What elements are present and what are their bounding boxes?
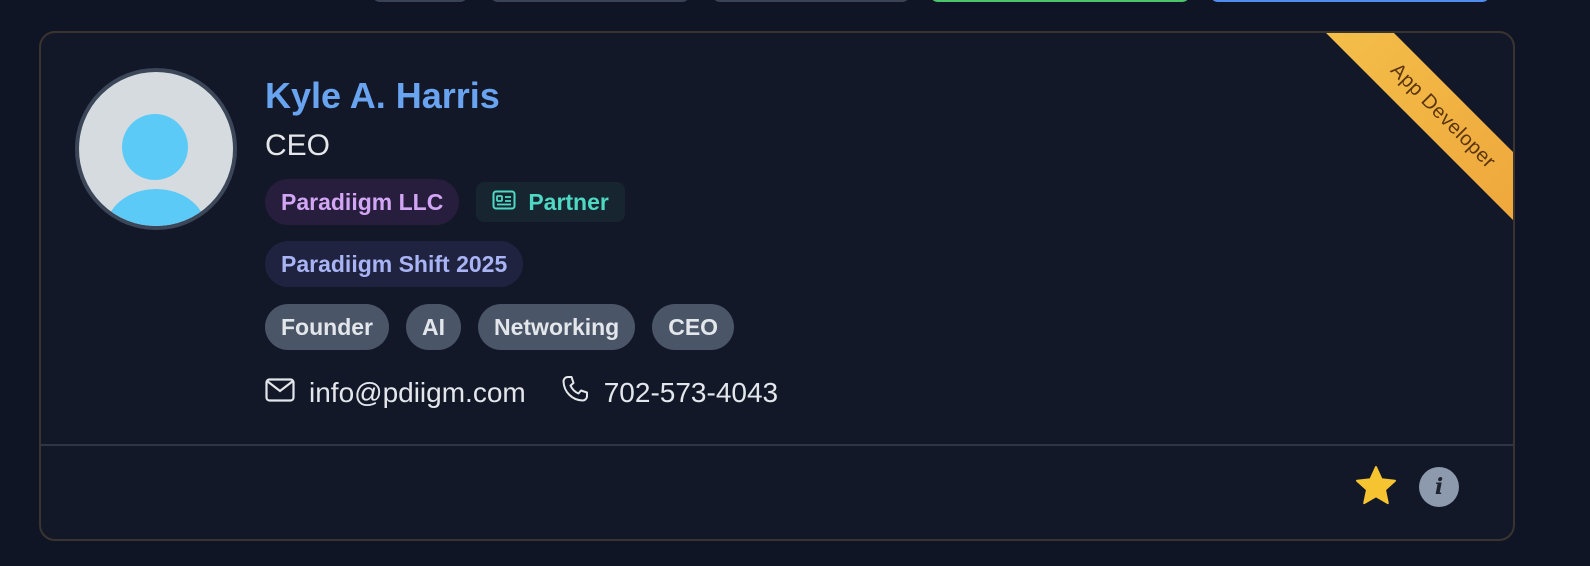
- favorite-button[interactable]: [1353, 465, 1399, 511]
- toolbar-button[interactable]: [490, 0, 690, 2]
- company-row: Paradiigm LLC Partner: [265, 179, 625, 225]
- email-text: info@pdiigm.com: [309, 376, 526, 408]
- corner-ribbon: App Developer: [1309, 33, 1513, 250]
- info-icon: i: [1434, 474, 1444, 500]
- company-badge[interactable]: Paradiigm LLC: [265, 179, 460, 225]
- job-title: CEO: [265, 129, 331, 162]
- info-button[interactable]: i: [1419, 467, 1459, 507]
- phone-link[interactable]: 702-573-4043: [560, 374, 778, 411]
- contact-row: info@pdiigm.com 702-573-4043: [265, 374, 778, 411]
- partner-label: Partner: [528, 188, 609, 215]
- tag-pill[interactable]: CEO: [652, 304, 735, 350]
- partner-badge: Partner: [476, 182, 625, 222]
- email-link[interactable]: info@pdiigm.com: [265, 377, 526, 409]
- tag-pill[interactable]: Founder: [265, 304, 389, 350]
- contact-name[interactable]: Kyle A. Harris: [265, 75, 500, 117]
- phone-icon: [560, 374, 590, 411]
- top-toolbar-edge: [0, 0, 1590, 4]
- envelope-icon: [265, 377, 295, 409]
- avatar-head: [122, 114, 188, 180]
- tag-pill[interactable]: Networking: [478, 304, 636, 350]
- star-icon: [1354, 465, 1398, 512]
- event-row: Paradiigm Shift 2025: [265, 241, 524, 287]
- tags-row: Founder AI Networking CEO: [265, 304, 735, 350]
- toolbar-button[interactable]: [1210, 0, 1490, 2]
- tag-pill[interactable]: AI: [406, 304, 461, 350]
- card-divider: [41, 444, 1513, 446]
- toolbar-button[interactable]: [712, 0, 910, 2]
- toolbar-button[interactable]: [372, 0, 468, 2]
- avatar-body: [106, 189, 206, 226]
- ribbon-container: App Developer: [1293, 33, 1513, 253]
- user-avatar-icon: [75, 68, 237, 230]
- contact-card: App Developer Kyle A. Harris CEO Paradii…: [39, 31, 1515, 541]
- id-card-icon: [492, 189, 516, 216]
- toolbar-button[interactable]: [930, 0, 1190, 2]
- event-badge[interactable]: Paradiigm Shift 2025: [265, 241, 524, 287]
- phone-text: 702-573-4043: [603, 376, 779, 408]
